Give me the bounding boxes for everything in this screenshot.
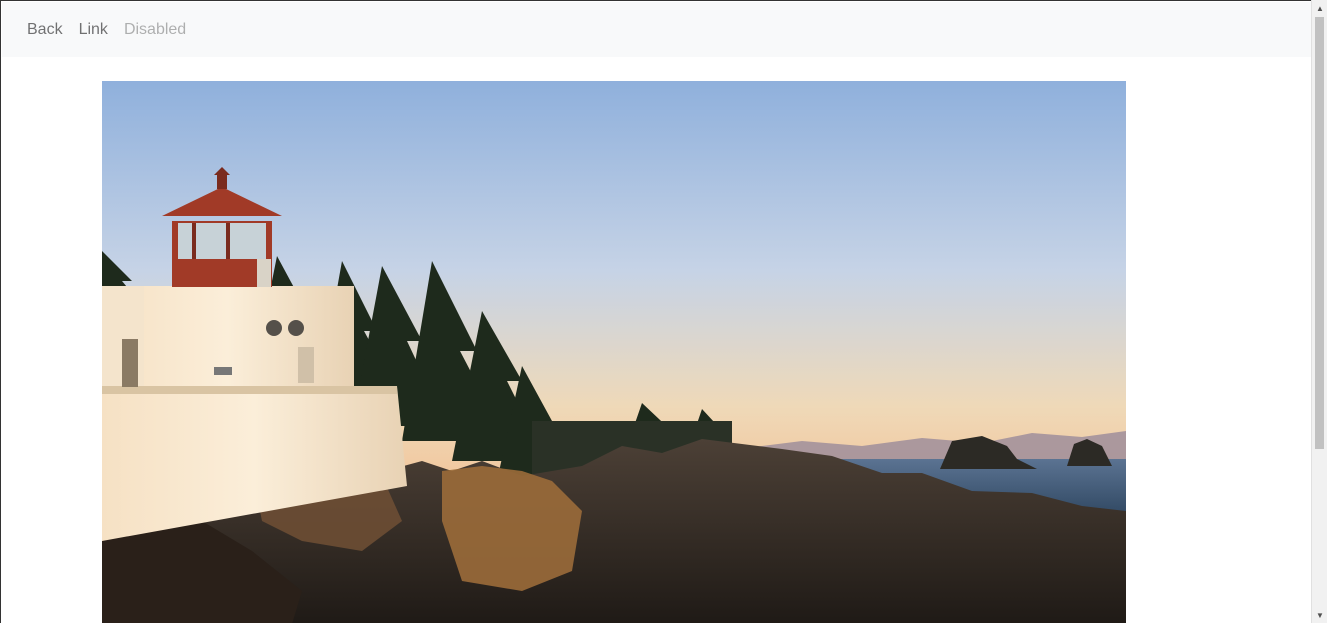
browser-viewport: Back Link Disabled — [0, 0, 1311, 623]
scrollbar-thumb[interactable] — [1315, 17, 1324, 449]
top-navbar: Back Link Disabled — [2, 2, 1311, 57]
nav-link-back[interactable]: Back — [27, 21, 63, 39]
lighthouse-landscape-image — [102, 81, 1126, 623]
nav-link-link[interactable]: Link — [79, 21, 108, 39]
nav-link-disabled: Disabled — [123, 20, 187, 38]
hero-image — [102, 81, 1126, 623]
scroll-up-icon[interactable]: ▲ — [1312, 0, 1327, 16]
vertical-scrollbar[interactable]: ▲ ▼ — [1311, 0, 1327, 623]
scroll-down-icon[interactable]: ▼ — [1312, 607, 1327, 623]
